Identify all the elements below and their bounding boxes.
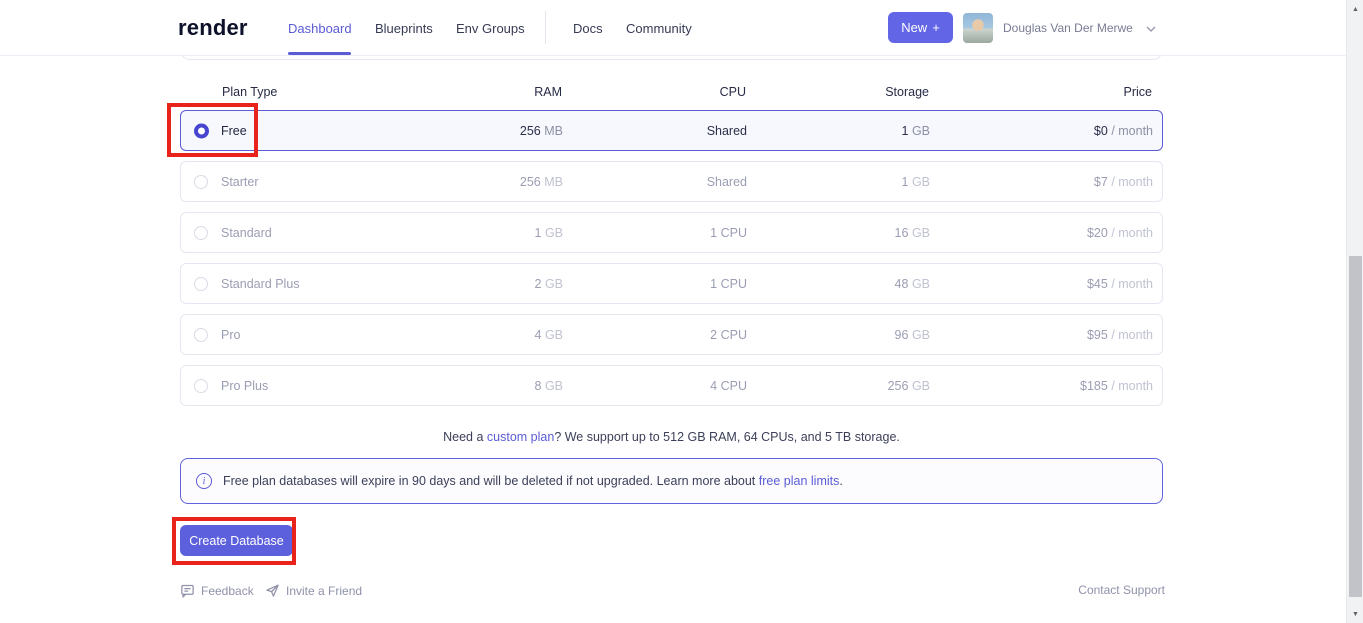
- ram-cell: 2 GB: [441, 277, 563, 291]
- scrollbar-thumb[interactable]: [1349, 256, 1362, 597]
- contact-support-label: Contact Support: [1078, 583, 1165, 597]
- radio-unselected-icon[interactable]: [194, 328, 208, 342]
- nav-divider: [545, 11, 546, 44]
- ram-cell: 4 GB: [441, 328, 563, 342]
- price-cell: $185 / month: [1011, 379, 1153, 393]
- column-header-price: Price: [1052, 85, 1152, 99]
- plan-name: Starter: [221, 175, 259, 189]
- active-tab-underline: [288, 52, 351, 55]
- cpu-cell: 1 CPU: [627, 277, 747, 291]
- plus-icon: +: [932, 20, 940, 35]
- cpu-cell: 2 CPU: [627, 328, 747, 342]
- radio-unselected-icon[interactable]: [194, 277, 208, 291]
- plan-name: Standard: [221, 226, 272, 240]
- plan-row-pro[interactable]: Pro 4 GB 2 CPU 96 GB $95 / month: [180, 314, 1163, 355]
- radio-unselected-icon[interactable]: [194, 226, 208, 240]
- plan-name: Pro: [221, 328, 240, 342]
- contact-support-link[interactable]: Contact Support: [1035, 583, 1165, 597]
- price-cell: $95 / month: [1011, 328, 1153, 342]
- free-plan-limits-link[interactable]: free plan limits: [759, 474, 840, 488]
- banner-text: Free plan databases will expire in 90 da…: [223, 474, 843, 488]
- storage-cell: 256 GB: [810, 379, 930, 393]
- radio-unselected-icon[interactable]: [194, 379, 208, 393]
- tab-docs[interactable]: Docs: [573, 21, 603, 36]
- storage-cell: 1 GB: [810, 124, 930, 138]
- price-cell: $20 / month: [1011, 226, 1153, 240]
- cpu-cell: 1 CPU: [627, 226, 747, 240]
- plan-row-pro-plus[interactable]: Pro Plus 8 GB 4 CPU 256 GB $185 / month: [180, 365, 1163, 406]
- column-header-plan-type: Plan Type: [222, 85, 277, 99]
- plan-name: Free: [221, 124, 247, 138]
- cpu-cell: 4 CPU: [627, 379, 747, 393]
- feedback-label: Feedback: [201, 584, 254, 598]
- chevron-down-icon[interactable]: [1143, 21, 1159, 37]
- tab-env-groups[interactable]: Env Groups: [456, 21, 525, 36]
- storage-cell: 48 GB: [810, 277, 930, 291]
- radio-selected-icon[interactable]: [194, 123, 209, 138]
- user-avatar[interactable]: [963, 13, 993, 43]
- custom-plan-note: Need a custom plan? We support up to 512…: [180, 430, 1163, 444]
- tab-dashboard[interactable]: Dashboard: [288, 21, 352, 36]
- storage-cell: 16 GB: [810, 226, 930, 240]
- radio-unselected-icon[interactable]: [194, 175, 208, 189]
- invite-label: Invite a Friend: [286, 584, 362, 598]
- new-button-label: New: [901, 20, 927, 35]
- render-logo[interactable]: render: [178, 15, 248, 41]
- plan-row-starter[interactable]: Starter 256 MB Shared 1 GB $7 / month: [180, 161, 1163, 202]
- ram-cell: 256 MB: [441, 175, 563, 189]
- user-menu-name[interactable]: Douglas Van Der Merwe: [1003, 21, 1133, 35]
- create-database-button[interactable]: Create Database: [180, 525, 293, 556]
- new-button[interactable]: New +: [888, 12, 953, 43]
- paper-plane-icon: [265, 583, 280, 598]
- price-cell: $0 / month: [1011, 124, 1153, 138]
- plan-name: Pro Plus: [221, 379, 268, 393]
- storage-cell: 1 GB: [810, 175, 930, 189]
- ram-cell: 256 MB: [441, 124, 563, 138]
- scrollbar-down-arrow-icon[interactable]: ▼: [1347, 606, 1363, 622]
- plan-row-free[interactable]: Free 256 MB Shared 1 GB $0 / month: [180, 110, 1163, 151]
- plan-row-standard-plus[interactable]: Standard Plus 2 GB 1 CPU 48 GB $45 / mon…: [180, 263, 1163, 304]
- top-nav-bar: render Dashboard Blueprints Env Groups D…: [0, 0, 1363, 56]
- column-header-cpu: CPU: [646, 85, 746, 99]
- cpu-cell: Shared: [627, 175, 747, 189]
- column-header-ram: RAM: [462, 85, 562, 99]
- column-header-storage: Storage: [829, 85, 929, 99]
- plan-name: Standard Plus: [221, 277, 300, 291]
- plan-row-standard[interactable]: Standard 1 GB 1 CPU 16 GB $20 / month: [180, 212, 1163, 253]
- invite-a-friend-link[interactable]: Invite a Friend: [265, 583, 362, 598]
- storage-cell: 96 GB: [810, 328, 930, 342]
- ram-cell: 1 GB: [441, 226, 563, 240]
- tab-community[interactable]: Community: [626, 21, 692, 36]
- tab-blueprints[interactable]: Blueprints: [375, 21, 433, 36]
- scrollbar-track[interactable]: ▲ ▼: [1346, 0, 1363, 623]
- scrollbar-up-arrow-icon[interactable]: ▲: [1347, 1, 1363, 17]
- info-icon: i: [196, 473, 212, 489]
- render-dashboard-page: render Dashboard Blueprints Env Groups D…: [0, 0, 1363, 623]
- cpu-cell: Shared: [627, 124, 747, 138]
- feedback-bubble-icon: [180, 583, 195, 598]
- ram-cell: 8 GB: [441, 379, 563, 393]
- price-cell: $45 / month: [1011, 277, 1153, 291]
- custom-plan-link[interactable]: custom plan: [487, 430, 554, 444]
- price-cell: $7 / month: [1011, 175, 1153, 189]
- free-plan-warning-banner: i Free plan databases will expire in 90 …: [180, 458, 1163, 504]
- feedback-link[interactable]: Feedback: [180, 583, 254, 598]
